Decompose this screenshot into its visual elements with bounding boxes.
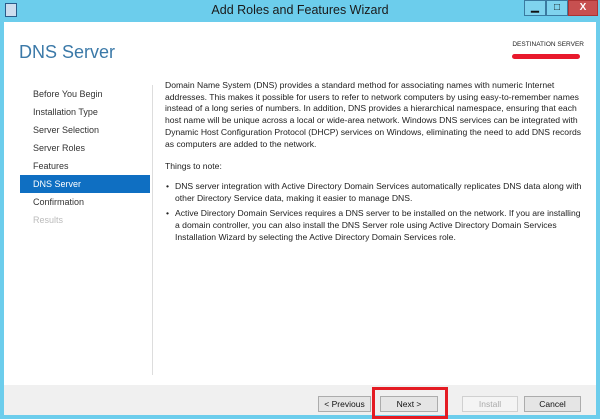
nav-item-server-roles[interactable]: Server Roles [20,139,150,157]
nav-item-server-selection[interactable]: Server Selection [20,121,150,139]
close-button[interactable]: X [568,0,598,16]
nav-divider [152,85,153,375]
maximize-button[interactable]: □ [546,0,568,16]
nav-item-installation-type[interactable]: Installation Type [20,103,150,121]
nav-item-dns-server[interactable]: DNS Server [20,175,150,193]
wizard-nav: Before You Begin Installation Type Serve… [20,85,150,229]
wizard-body: DNS Server DESTINATION SERVER Before You… [4,22,596,419]
main-panel: DNS Server DESTINATION SERVER Before You… [4,22,596,385]
nav-item-features[interactable]: Features [20,157,150,175]
cancel-button[interactable]: Cancel [524,396,581,412]
redacted-server-name [512,54,580,59]
title-bar: Add Roles and Features Wizard ▁ □ X [0,0,600,22]
note-item: Active Directory Domain Services require… [165,208,585,243]
next-highlight-box [372,387,448,419]
notes-list: DNS server integration with Active Direc… [165,181,585,244]
notes-heading: Things to note: [165,161,222,172]
nav-item-results: Results [33,215,64,225]
nav-item-before-you-begin[interactable]: Before You Begin [20,85,150,103]
install-button: Install [462,396,518,412]
minimize-button[interactable]: ▁ [524,0,546,16]
intro-text: Domain Name System (DNS) provides a stan… [165,80,582,149]
previous-button[interactable]: < Previous [318,396,371,412]
note-item: DNS server integration with Active Direc… [165,181,585,204]
description: Domain Name System (DNS) provides a stan… [165,80,585,247]
nav-item-confirmation[interactable]: Confirmation [20,193,150,211]
page-title: DNS Server [19,42,116,62]
destination-server-label: DESTINATION SERVER [512,41,584,48]
window-title: Add Roles and Features Wizard [211,3,389,17]
